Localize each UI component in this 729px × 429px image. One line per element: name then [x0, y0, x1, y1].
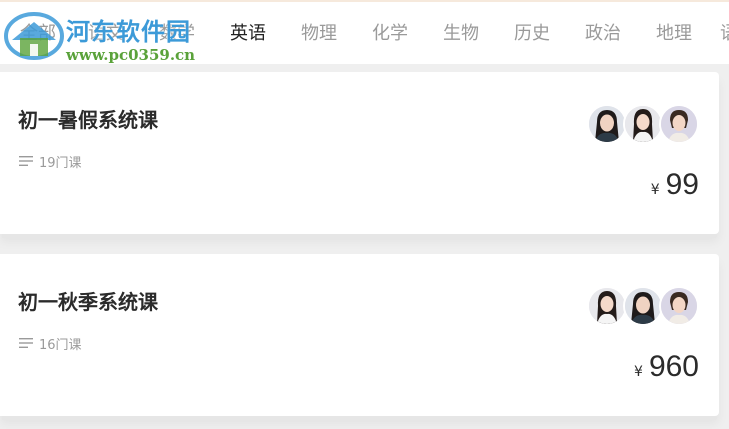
- tab-chemistry[interactable]: 化学: [372, 22, 408, 46]
- lesson-count-row: 19门课: [19, 153, 82, 171]
- tab-history[interactable]: 历史: [514, 22, 550, 46]
- tab-politics[interactable]: 政治: [585, 22, 621, 46]
- teacher-avatar: [587, 286, 627, 326]
- lesson-count: 19门课: [39, 155, 82, 171]
- lesson-count-row: 16门课: [19, 335, 82, 353]
- currency-symbol: ¥: [650, 182, 660, 198]
- tab-chinese[interactable]: 语文: [88, 22, 124, 46]
- lesson-count: 16门课: [39, 337, 82, 353]
- tab-english[interactable]: 英语: [230, 22, 266, 46]
- teacher-avatar: [623, 286, 663, 326]
- tab-geography[interactable]: 地理: [656, 22, 692, 46]
- tab-biology[interactable]: 生物: [443, 22, 479, 46]
- tab-chinese-overflow[interactable]: 语: [720, 22, 729, 46]
- currency-symbol: ¥: [634, 364, 643, 380]
- subject-tab-bar: 全部 语文 数学 英语 物理 化学 生物 历史 政治 地理 语: [0, 0, 729, 64]
- teacher-avatar: [623, 104, 663, 144]
- teacher-avatars: [587, 104, 699, 144]
- price-amount: 960: [648, 350, 699, 383]
- list-icon: [19, 338, 33, 348]
- course-title: 初一秋季系统课: [18, 290, 158, 314]
- list-icon: [19, 156, 33, 166]
- tab-all[interactable]: 全部: [20, 22, 56, 46]
- course-price: ¥ 99: [651, 168, 699, 202]
- tab-math[interactable]: 数学: [159, 22, 195, 46]
- teacher-avatar: [587, 104, 627, 144]
- teacher-avatar: [659, 286, 699, 326]
- teacher-avatars: [587, 286, 699, 326]
- tab-physics[interactable]: 物理: [301, 22, 337, 46]
- course-card[interactable]: 初一秋季系统课 16门课 ¥ 960: [0, 254, 719, 416]
- course-card[interactable]: 初一暑假系统课 19门课 ¥ 99: [0, 72, 719, 234]
- course-title: 初一暑假系统课: [18, 108, 158, 132]
- course-price: ¥ 960: [634, 350, 699, 384]
- price-amount: 99: [665, 168, 699, 201]
- teacher-avatar: [659, 104, 699, 144]
